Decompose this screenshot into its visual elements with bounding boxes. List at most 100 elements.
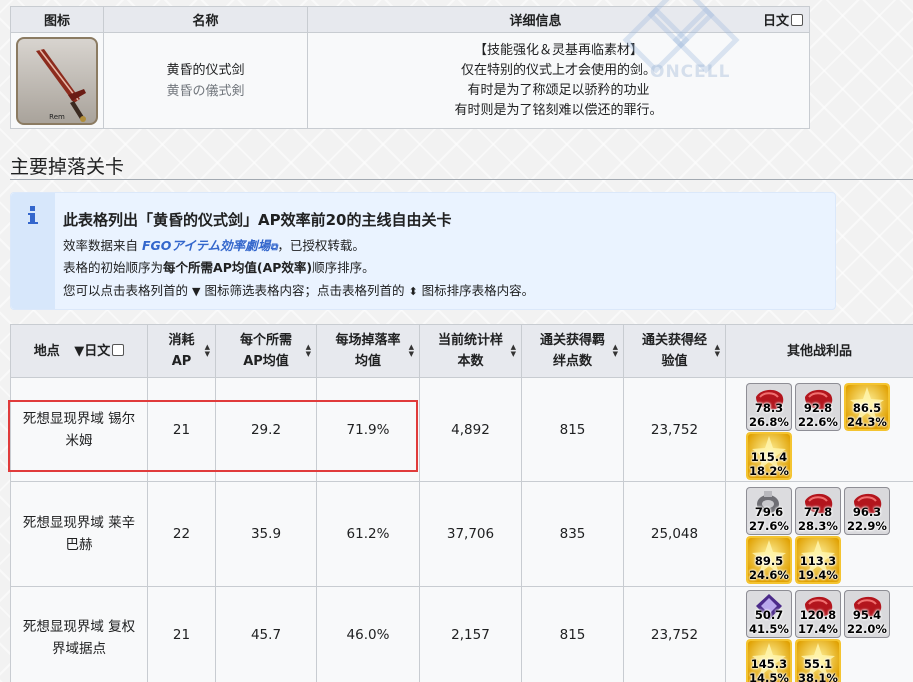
red-material-icon[interactable]: 77.8 28.3%: [795, 487, 841, 535]
location-column-header[interactable]: 地点 ▼日文: [10, 324, 148, 378]
material-drop-rate: 28.3%: [798, 519, 838, 533]
gold-material-icon[interactable]: 86.5 24.3%: [844, 382, 890, 431]
item-name-cell: 黄昏的仪式剑 黄昏の儀式剣: [103, 32, 308, 129]
samples-cell: 37,706: [419, 481, 522, 587]
detail-header-label: 详细信息: [509, 14, 562, 29]
item-name-cn: 黄昏的仪式剑: [166, 62, 245, 78]
item-name-jp: 黄昏の儀式剣: [166, 83, 245, 99]
sort-icon[interactable]: ▲ ▼: [205, 344, 210, 358]
sort-icon[interactable]: ▲ ▼: [613, 344, 618, 358]
bond-cell: 815: [521, 377, 624, 482]
material-ap-value: 89.5: [754, 554, 784, 568]
jp-location-checkbox[interactable]: [112, 343, 125, 356]
jp-toggle[interactable]: 日文: [763, 10, 803, 29]
exp-column-header[interactable]: 通关获得经 验值 ▲ ▼: [623, 324, 726, 378]
material-drop-rate: 22.0%: [847, 622, 887, 636]
material-ap-value: 95.4: [852, 608, 882, 622]
location-line-2: 巴赫: [65, 537, 93, 553]
table-row: 死想显现界域 莱辛 巴赫 22 35.9 61.2% 37,706 835 25…: [10, 481, 913, 587]
ap-avg-header-line-1: 每个所需: [239, 333, 292, 348]
gold-material-icon[interactable]: 89.5 24.6%: [746, 536, 792, 584]
ap-avg-cell: 45.7: [215, 586, 317, 682]
gold-material-icon[interactable]: 115.4 18.2%: [746, 431, 792, 480]
notice-line-3-b: 图标筛选表格内容；点击表格列首的: [204, 283, 405, 298]
detail-line-2: 仅在特别的仪式上才会使用的剑。: [460, 62, 656, 78]
material-ap-value: 145.3: [750, 657, 788, 671]
notice-title: 此表格列出「黄昏的仪式剑」AP效率前20的主线自由关卡: [63, 211, 452, 229]
material-ap-value: 113.3: [799, 554, 837, 568]
bond-cell: 835: [521, 481, 624, 587]
drops-list: 50.7 41.5% 120.8 17.4% 95.4 22.0% 145.3 14.5% 55…: [726, 587, 913, 682]
material-ap-value: 50.7: [754, 608, 784, 622]
ap-column-header[interactable]: 消耗 AP ▲ ▼: [147, 324, 216, 378]
other-drops-cell: 79.6 27.6% 77.8 28.3% 96.3 22.9% 89.5 24.6% 113.…: [725, 481, 913, 587]
item-icon-label: Rem: [49, 112, 65, 121]
sort-icon[interactable]: ▲ ▼: [306, 344, 311, 358]
samples-cell: 2,157: [419, 586, 522, 682]
material-drop-rate: 14.5%: [749, 671, 789, 682]
red-material-icon[interactable]: 92.8 22.6%: [795, 382, 841, 431]
material-ap-value: 115.4: [750, 449, 788, 464]
location-line-1: 死想显现界域 莱辛: [22, 515, 136, 531]
bond-header-line-2: 绊点数: [552, 354, 592, 369]
efficiency-theater-link-label: FGOアイテム効率劇場: [142, 238, 271, 253]
red-material-icon[interactable]: 120.8 17.4%: [795, 590, 841, 638]
filter-funnel-icon[interactable]: ▼: [74, 344, 84, 359]
samples-cell: 4,892: [419, 377, 522, 482]
sort-icon[interactable]: ▲ ▼: [409, 344, 414, 358]
ap-cell: 21: [147, 586, 216, 682]
efficiency-theater-link[interactable]: FGOアイテム効率劇場⧉: [142, 238, 277, 253]
notice-line-3: 您可以点击表格列首的 ▼ 图标筛选表格内容；点击表格列首的 ⬍ 图标排序表格内容…: [63, 280, 534, 299]
table-row: 死想显现界域 复权 界域据点 21 45.7 46.0% 2,157 815 2…: [10, 586, 913, 682]
purple-material-icon[interactable]: 50.7 41.5%: [746, 590, 792, 638]
filter-funnel-icon: ▼: [192, 285, 201, 298]
material-ap-value: 55.1: [803, 657, 833, 671]
drop-rate-column-header[interactable]: 每场掉落率 均值 ▲ ▼: [316, 324, 420, 378]
silver-material-icon[interactable]: 79.6 27.6%: [746, 487, 792, 535]
watermark-text: ONCELL: [650, 62, 731, 82]
notice-line-2: 表格的初始顺序为每个所需AP均值(AP效率)顺序排序。: [63, 257, 375, 276]
red-material-icon[interactable]: 96.3 22.9%: [844, 487, 890, 535]
gold-material-icon[interactable]: 55.1 38.1%: [795, 639, 841, 682]
samples-header-line-2: 本数: [457, 354, 484, 369]
sort-arrows-icon: ⬍: [408, 285, 418, 298]
jp-checkbox[interactable]: [791, 14, 803, 26]
exp-header-line-2: 验值: [661, 354, 688, 369]
gold-material-icon[interactable]: 113.3 19.4%: [795, 536, 841, 584]
item-table-header-row: 图标 名称 详细信息 日文: [10, 6, 810, 33]
ritual-sword-icon[interactable]: Rem: [16, 36, 98, 125]
material-ap-value: 92.8: [803, 400, 833, 415]
notice-line-2-suffix: 顺序排序。: [312, 260, 375, 275]
item-detail-cell: 【技能强化＆灵基再临素材】 仅在特别的仪式上才会使用的剑。 有时是为了称颂足以骄…: [307, 32, 810, 129]
material-drop-rate: 41.5%: [749, 622, 789, 636]
sort-icon[interactable]: ▲ ▼: [511, 344, 516, 358]
item-icon-cell: Rem: [10, 32, 104, 129]
location-link[interactable]: 死想显现界域 莱辛 巴赫: [10, 481, 148, 587]
gold-material-icon[interactable]: 145.3 14.5%: [746, 639, 792, 682]
notice-line-1-prefix: 效率数据来自: [63, 238, 139, 253]
exp-header-line-1: 通关获得经: [641, 333, 707, 348]
red-material-icon[interactable]: 78.3 26.8%: [746, 382, 792, 431]
location-link[interactable]: 死想显现界域 复权 界域据点: [10, 586, 148, 682]
notice-line-1: 效率数据来自 FGOアイテム効率劇場⧉，已授权转载。: [63, 235, 365, 254]
samples-column-header[interactable]: 当前统计样 本数 ▲ ▼: [419, 324, 522, 378]
material-drop-rate: 26.8%: [749, 414, 789, 429]
material-drop-rate: 22.6%: [798, 414, 838, 429]
drops-list: 78.3 26.8% 92.8 22.6% 86.5 24.3% 115.4 18.2%: [726, 380, 913, 480]
exp-cell: 23,752: [623, 377, 726, 482]
material-ap-value: 120.8: [799, 608, 837, 622]
other-drops-column-header: 其他战利品: [725, 324, 913, 378]
bond-column-header[interactable]: 通关获得羁 绊点数 ▲ ▼: [521, 324, 624, 378]
location-line-2: 界域据点: [52, 641, 106, 657]
ap-avg-column-header[interactable]: 每个所需 AP均值 ▲ ▼: [215, 324, 317, 378]
sort-icon[interactable]: ▲ ▼: [715, 344, 720, 358]
location-line-1: 死想显现界域 复权: [22, 619, 136, 635]
bond-cell: 815: [521, 586, 624, 682]
exp-cell: 25,048: [623, 481, 726, 587]
material-ap-value: 78.3: [754, 400, 784, 415]
material-drop-rate: 17.4%: [798, 622, 838, 636]
material-drop-rate: 19.4%: [798, 568, 838, 582]
drop-rate-header-line-2: 均值: [354, 354, 381, 369]
red-material-icon[interactable]: 95.4 22.0%: [844, 590, 890, 638]
notice-line-2-bold: 每个所需AP均值(AP效率): [163, 260, 313, 275]
